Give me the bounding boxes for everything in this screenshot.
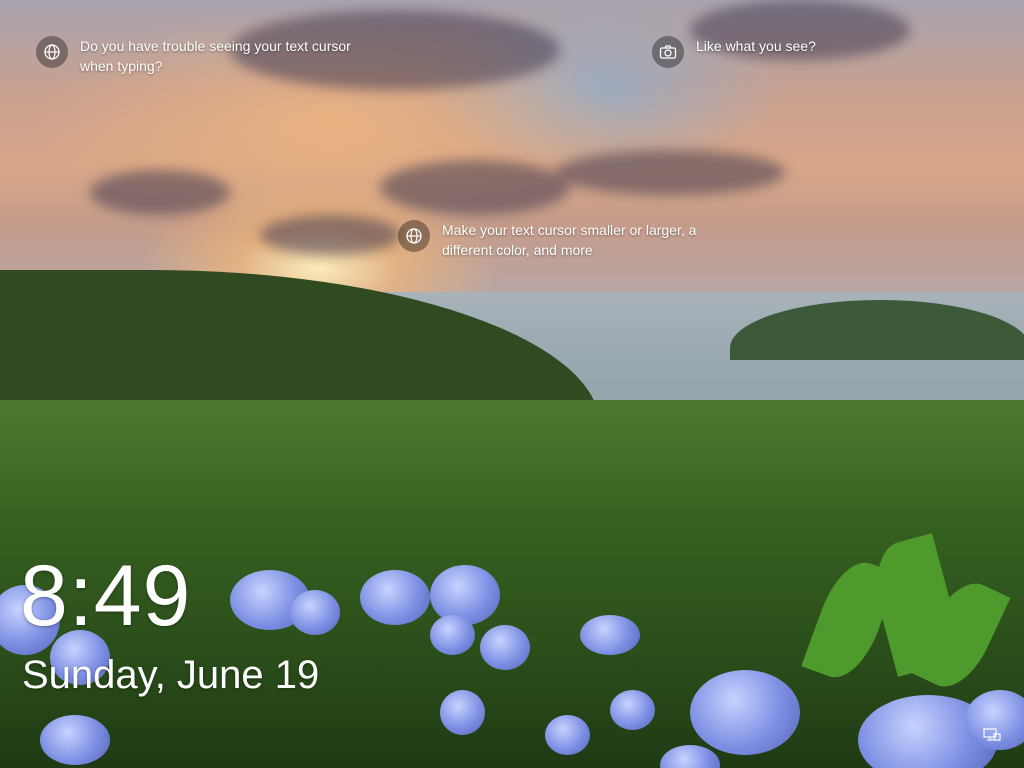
tip-cursor-settings[interactable]: Make your text cursor smaller or larger,… (398, 220, 738, 260)
network-icon[interactable] (983, 728, 1001, 744)
camera-icon (652, 36, 684, 68)
hydrangea (430, 615, 475, 655)
hydrangea (580, 615, 640, 655)
hydrangea (545, 715, 590, 755)
cloud (90, 170, 230, 215)
hydrangea (690, 670, 800, 755)
clock-date: Sunday, June 19 (22, 653, 320, 697)
tip-text: Make your text cursor smaller or larger,… (442, 222, 697, 258)
tip-text: Like what you see? (696, 38, 816, 54)
cloud (555, 150, 785, 195)
cloud (380, 160, 570, 215)
cloud (260, 215, 400, 255)
tip-cursor-trouble[interactable]: Do you have trouble seeing your text cur… (36, 36, 356, 76)
hydrangea (40, 715, 110, 765)
globe-icon (398, 220, 430, 252)
hydrangea (610, 690, 655, 730)
tip-like-what-you-see[interactable]: Like what you see? (652, 36, 872, 68)
hydrangea (480, 625, 530, 670)
globe-icon (36, 36, 68, 68)
hydrangea (290, 590, 340, 635)
hydrangea (360, 570, 430, 625)
hydrangea (440, 690, 485, 735)
clock-time: 8:49 (20, 548, 192, 644)
tip-text: Do you have trouble seeing your text cur… (80, 38, 351, 74)
hydrangea (430, 565, 500, 625)
